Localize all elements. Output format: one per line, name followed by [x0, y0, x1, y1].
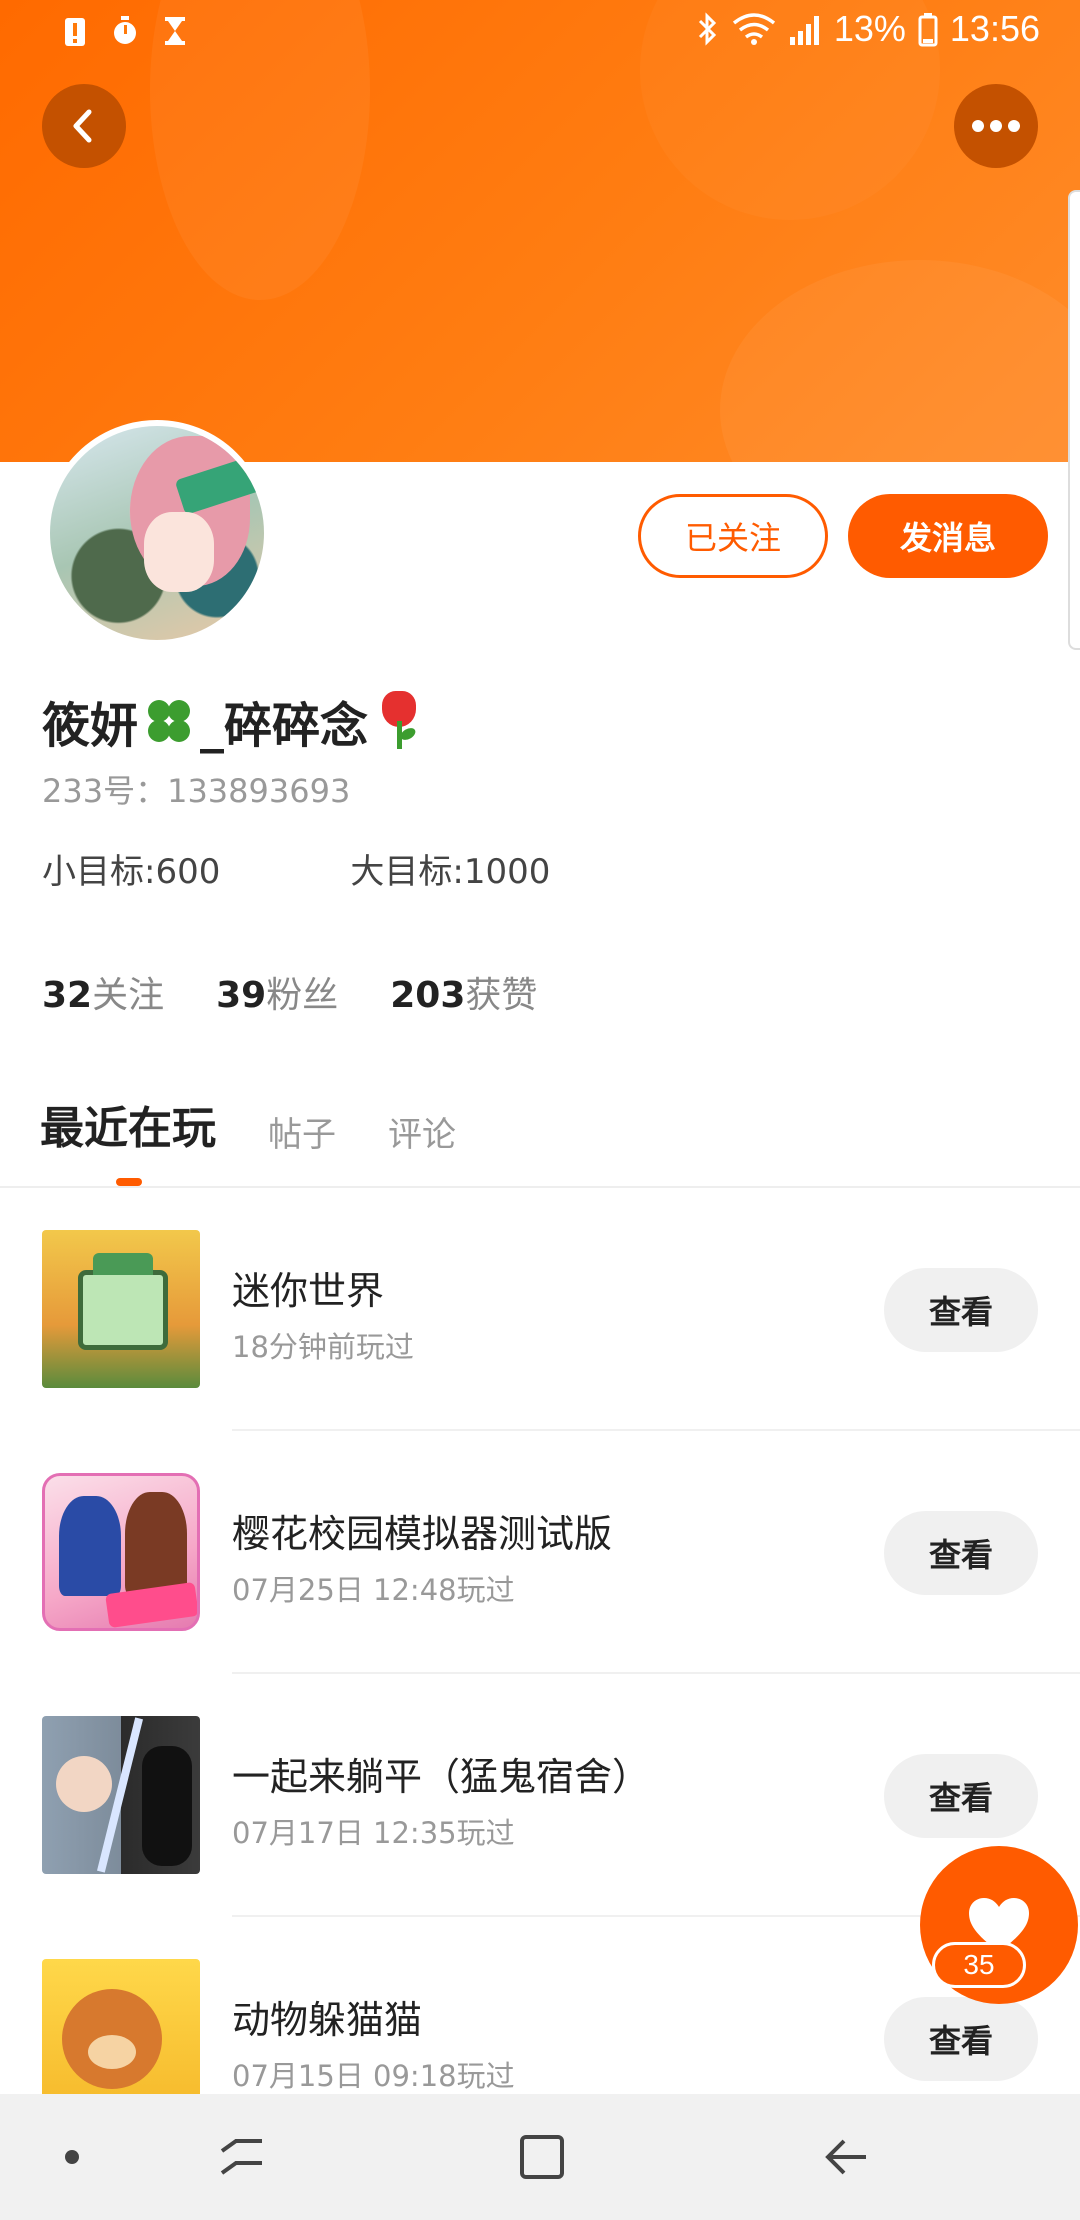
hourglass-icon [165, 17, 185, 45]
alert-icon [65, 18, 85, 46]
nav-recents-button[interactable] [200, 2094, 284, 2220]
view-button[interactable]: 查看 [884, 1997, 1038, 2081]
sakura-school-icon [42, 1473, 200, 1631]
send-message-button[interactable]: 发消息 [848, 494, 1048, 578]
stopwatch-icon [114, 16, 136, 44]
view-button[interactable]: 查看 [884, 1511, 1038, 1595]
bluetooth-icon [698, 12, 716, 46]
chevron-left-icon [73, 109, 92, 143]
recent-games-list: 迷你世界 18分钟前玩过 查看 樱花校园模拟器测试版 07月25日 12:48玩… [0, 1188, 1080, 2160]
tab-comments[interactable]: 评论 [388, 1107, 456, 1156]
profile-tabs: 最近在玩 帖子 评论 [40, 1092, 456, 1156]
active-tab-indicator [116, 1178, 142, 1186]
stat-value: 203 [390, 975, 466, 1016]
username: 筱妍 _碎碎念 [42, 686, 426, 756]
game-played-time: 07月17日 12:35玩过 [232, 1816, 515, 1850]
user-id: 233号：133893693 [42, 772, 351, 810]
nav-home-button[interactable] [500, 2094, 584, 2220]
wifi-icon [732, 13, 775, 45]
system-nav-bar [0, 2094, 1080, 2220]
game-title: 动物躲猫猫 [232, 1998, 423, 2042]
profile-banner [0, 0, 1080, 462]
home-icon [520, 2135, 564, 2179]
game-title: 一起来躺平（猛鬼宿舍） [232, 1755, 651, 1799]
avatar[interactable] [44, 420, 270, 646]
username-part2: _碎碎念 [200, 698, 369, 754]
more-dots-icon [972, 120, 1020, 132]
clover-icon [142, 694, 196, 748]
tulip-icon [372, 691, 426, 751]
more-button[interactable] [954, 84, 1038, 168]
nav-back-button[interactable] [804, 2094, 888, 2220]
goals: 小目标:600 大目标:1000 [42, 844, 550, 893]
tab-recently-played[interactable]: 最近在玩 [40, 1092, 216, 1156]
view-button[interactable]: 查看 [884, 1268, 1038, 1352]
list-item[interactable]: 迷你世界 18分钟前玩过 查看 [0, 1188, 1080, 1431]
list-item[interactable]: 一起来躺平（猛鬼宿舍） 07月17日 12:35玩过 查看 [0, 1674, 1080, 1917]
recents-icon [220, 2139, 262, 2175]
signal-icon [789, 16, 819, 45]
battery-percent: 13% [833, 8, 906, 49]
dot-icon [65, 2150, 79, 2164]
small-goal: 小目标:600 [42, 852, 221, 892]
profile-stats: 32关注 39粉丝 203获赞 [42, 966, 537, 1018]
stat-label: 获赞 [465, 975, 538, 1016]
game-title: 樱花校园模拟器测试版 [232, 1512, 613, 1556]
stat-value: 39 [216, 975, 267, 1016]
mini-world-icon [42, 1230, 200, 1388]
likes-stat[interactable]: 203获赞 [390, 966, 537, 1018]
nav-dot-button[interactable] [40, 2094, 104, 2220]
game-played-time: 07月25日 12:48玩过 [232, 1573, 515, 1607]
back-button[interactable] [42, 84, 126, 168]
big-goal: 大目标:1000 [350, 852, 551, 892]
username-part1: 筱妍 [42, 698, 139, 754]
stat-value: 32 [42, 975, 93, 1016]
followed-button[interactable]: 已关注 [638, 494, 828, 578]
battery-icon [918, 13, 938, 47]
following-stat[interactable]: 32关注 [42, 966, 164, 1018]
view-button[interactable]: 查看 [884, 1754, 1038, 1838]
game-title: 迷你世界 [232, 1269, 385, 1313]
like-count-badge: 35 [932, 1942, 1026, 1988]
ghost-dorm-icon [42, 1716, 200, 1874]
clock: 13:56 [949, 8, 1040, 49]
followers-stat[interactable]: 39粉丝 [216, 966, 338, 1018]
stat-label: 关注 [92, 975, 165, 1016]
back-icon [825, 2139, 866, 2175]
tab-posts[interactable]: 帖子 [268, 1107, 336, 1156]
stat-label: 粉丝 [266, 975, 339, 1016]
list-item[interactable]: 樱花校园模拟器测试版 07月25日 12:48玩过 查看 [0, 1431, 1080, 1674]
game-played-time: 18分钟前玩过 [232, 1330, 414, 1364]
game-played-time: 07月15日 09:18玩过 [232, 2059, 515, 2093]
status-bar: 13% 13:56 [0, 0, 1080, 66]
side-scroll-handle[interactable] [1068, 190, 1080, 650]
